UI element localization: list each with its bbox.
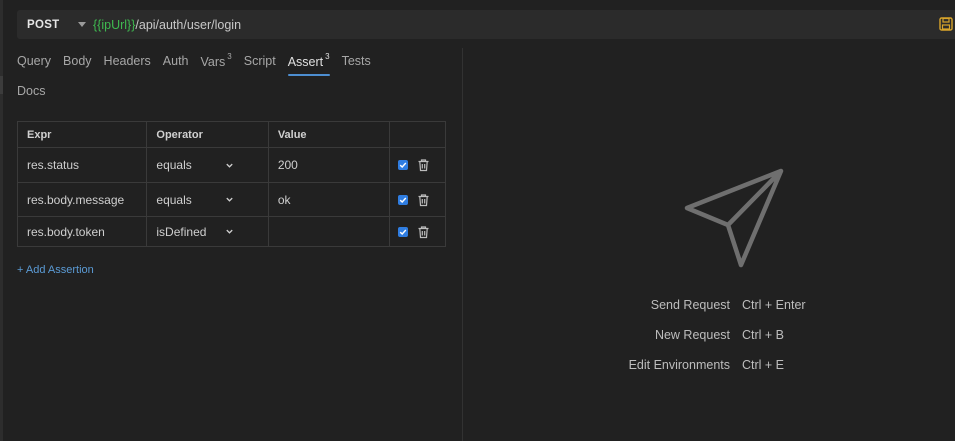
- column-header-expr: Expr: [18, 122, 148, 147]
- shortcut-label: Edit Environments: [628, 358, 730, 372]
- tab-tests[interactable]: Tests: [342, 54, 371, 74]
- tab-assert[interactable]: Assert 3: [287, 52, 330, 77]
- chevron-down-icon: [226, 163, 234, 168]
- tab-headers[interactable]: Headers: [104, 54, 151, 74]
- save-icon[interactable]: [939, 17, 953, 31]
- check-icon: [399, 197, 407, 203]
- sidebar-edge: [0, 0, 3, 441]
- shortcut-keys: Ctrl + Enter: [742, 298, 806, 312]
- url-variable: {{ipUrl}}: [93, 17, 136, 32]
- chevron-down-icon: [77, 22, 86, 27]
- tab-script[interactable]: Script: [244, 54, 276, 74]
- chevron-down-icon: [226, 229, 234, 234]
- check-icon: [399, 229, 407, 235]
- shortcut-list: Send Request Ctrl + Enter New Request Ct…: [600, 298, 860, 388]
- sidebar-resize-handle[interactable]: [0, 76, 3, 94]
- tab-vars[interactable]: Vars 3: [201, 52, 232, 75]
- trash-icon[interactable]: [417, 158, 430, 172]
- tab-badge: 3: [227, 52, 232, 61]
- shortcut-keys: Ctrl + B: [742, 328, 785, 342]
- shortcut-label: New Request: [654, 328, 730, 342]
- column-header-actions: [390, 122, 445, 147]
- method-selector[interactable]: POST: [17, 10, 89, 39]
- shortcut-send-request: Send Request Ctrl + Enter: [600, 298, 860, 328]
- shortcut-label: Send Request: [650, 298, 730, 312]
- operator-value: equals: [156, 158, 192, 172]
- operator-value: equals: [156, 192, 192, 207]
- table-header: Expr Operator Value: [18, 122, 445, 148]
- check-icon: [399, 162, 407, 168]
- value-input[interactable]: ok: [269, 183, 391, 216]
- table-row: res.body.message equals ok: [18, 183, 445, 217]
- operator-select[interactable]: equals: [147, 183, 269, 216]
- expr-input[interactable]: res.status: [18, 148, 148, 182]
- tab-docs[interactable]: Docs: [17, 84, 45, 104]
- operator-value: isDefined: [156, 224, 207, 239]
- pane-divider[interactable]: [462, 48, 463, 441]
- expr-input[interactable]: res.body.message: [18, 183, 148, 216]
- operator-select[interactable]: equals: [147, 148, 269, 182]
- trash-icon[interactable]: [417, 193, 430, 207]
- expr-input[interactable]: res.body.token: [18, 217, 148, 246]
- row-actions: [390, 217, 445, 246]
- value-input[interactable]: 200: [269, 148, 391, 182]
- enabled-checkbox[interactable]: [398, 160, 409, 170]
- request-tabs: Query Body Headers Auth Vars 3 Script Ass…: [17, 52, 447, 98]
- assertions-table: Expr Operator Value res.status equals 20…: [17, 121, 446, 247]
- table-row: res.body.token isDefined: [18, 217, 445, 246]
- column-header-operator: Operator: [147, 122, 269, 147]
- method-label: POST: [27, 18, 60, 31]
- operator-select[interactable]: isDefined: [147, 217, 269, 246]
- shortcut-keys: Ctrl + E: [742, 358, 785, 372]
- row-actions: [390, 183, 445, 216]
- add-assertion-link[interactable]: + Add Assertion: [17, 264, 94, 276]
- shortcut-edit-environments: Edit Environments Ctrl + E: [600, 358, 860, 388]
- tab-body[interactable]: Body: [63, 54, 92, 74]
- enabled-checkbox[interactable]: [398, 226, 409, 237]
- table-row: res.status equals 200: [18, 148, 445, 183]
- row-actions: [390, 148, 445, 182]
- tab-badge: 3: [325, 52, 330, 61]
- url-bar: POST {{ipUrl}}/api/auth/user/login: [17, 10, 955, 39]
- url-input[interactable]: {{ipUrl}}/api/auth/user/login: [93, 18, 241, 32]
- chevron-down-icon: [226, 197, 234, 202]
- paper-plane-icon: [684, 168, 784, 268]
- shortcut-new-request: New Request Ctrl + B: [600, 328, 860, 358]
- tab-auth[interactable]: Auth: [163, 54, 189, 74]
- trash-icon[interactable]: [417, 225, 430, 239]
- value-input[interactable]: [269, 217, 391, 246]
- app-window: POST {{ipUrl}}/api/auth/user/login Query…: [0, 0, 955, 441]
- enabled-checkbox[interactable]: [398, 194, 409, 205]
- tab-query[interactable]: Query: [17, 54, 51, 74]
- column-header-value: Value: [269, 122, 391, 147]
- url-path: /api/auth/user/login: [135, 17, 242, 32]
